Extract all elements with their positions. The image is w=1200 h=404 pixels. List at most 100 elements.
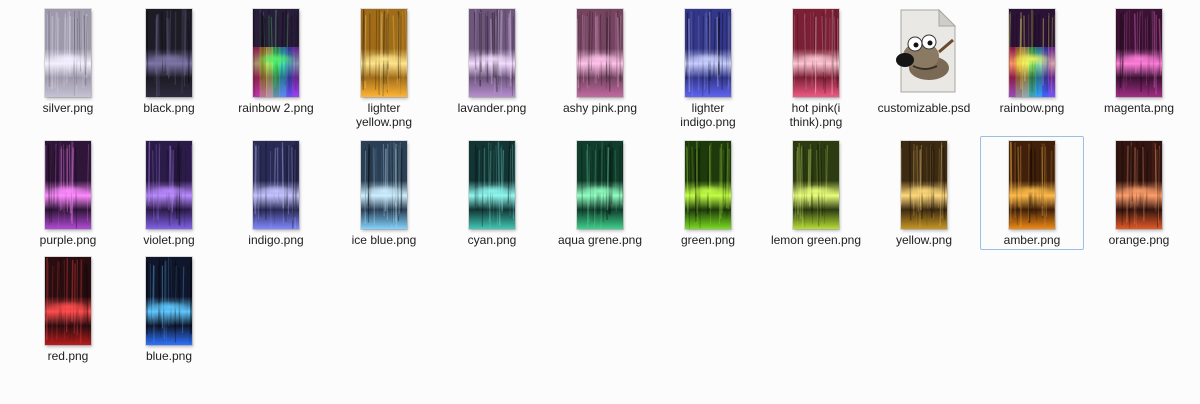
hair-highlight — [1119, 53, 1159, 65]
gimp-pupil-right — [927, 40, 933, 46]
hair-highlight — [48, 185, 88, 197]
hair-strand — [801, 145, 804, 227]
rainbow-band — [292, 47, 299, 97]
hair-highlight — [149, 53, 189, 65]
hair-strand — [86, 264, 89, 322]
hair-strand — [45, 145, 47, 207]
file-item[interactable]: orange.png — [1087, 136, 1191, 250]
file-item[interactable]: rainbow 2.png — [224, 4, 328, 122]
hair-strand — [688, 18, 691, 92]
file-name-label: yellow.png — [895, 233, 953, 247]
image-thumbnail — [469, 9, 515, 97]
hair-strand — [1126, 145, 1129, 223]
file-item[interactable]: magenta.png — [1087, 4, 1191, 122]
hair-strand — [618, 145, 621, 208]
file-item[interactable]: blue.png — [117, 252, 221, 370]
hair-strand — [810, 148, 813, 212]
file-name-label: violet.png — [143, 233, 195, 247]
image-thumbnail — [793, 9, 839, 97]
file-item[interactable]: black.png — [117, 4, 221, 122]
hair-strand — [930, 145, 933, 219]
hair-strand — [595, 16, 597, 84]
image-thumbnail — [146, 9, 192, 97]
file-item[interactable]: green.png — [656, 136, 760, 250]
file-item[interactable]: amber.png — [980, 136, 1084, 250]
file-item[interactable]: aqua grene.png — [548, 136, 652, 250]
image-thumbnail — [1009, 9, 1055, 97]
file-name-label: red.png — [47, 349, 89, 363]
file-name-label: customizable.psd — [877, 101, 971, 115]
hair-strand — [809, 148, 812, 206]
hair-strand — [828, 18, 831, 75]
image-thumbnail — [685, 9, 731, 97]
file-name-label: rainbow.png — [999, 101, 1065, 115]
hair-strand — [68, 11, 71, 77]
image-thumbnail — [1116, 9, 1162, 97]
hair-strand — [496, 9, 499, 92]
file-name-label: blue.png — [145, 349, 193, 363]
image-thumbnail — [1009, 141, 1055, 229]
hair-strand — [369, 146, 372, 215]
hair-strand — [364, 147, 366, 213]
file-item[interactable]: hot pink(i think).png — [764, 4, 868, 129]
document-fold — [938, 8, 957, 27]
file-item[interactable]: ice blue.png — [332, 136, 436, 250]
hair-strand — [60, 148, 63, 211]
file-item[interactable]: rainbow.png — [980, 4, 1084, 122]
gimp-file-icon — [879, 6, 969, 96]
hair-highlight — [364, 53, 404, 65]
file-name-label: cyan.png — [467, 233, 517, 247]
rainbow-band — [1048, 47, 1055, 97]
hair-highlight — [580, 53, 620, 65]
hair-strand — [175, 145, 179, 219]
hair-highlight — [48, 301, 88, 313]
file-item[interactable]: lighter yellow.png — [332, 4, 436, 129]
file-item[interactable]: yellow.png — [872, 136, 976, 250]
file-item[interactable]: cyan.png — [440, 136, 544, 250]
hair-strand — [285, 146, 288, 222]
file-item[interactable]: lighter indigo.png — [656, 4, 760, 129]
file-item[interactable]: lavander.png — [440, 4, 544, 122]
hair-strand — [606, 147, 610, 211]
image-thumbnail — [45, 9, 91, 97]
image-thumbnail — [146, 141, 192, 229]
hair-strand — [1009, 145, 1011, 227]
file-item[interactable]: ashy pink.png — [548, 4, 652, 122]
file-name-label: hot pink(i think).png — [789, 101, 843, 129]
file-item[interactable]: indigo.png — [224, 136, 328, 250]
file-name-label: lighter yellow.png — [355, 101, 413, 129]
file-item[interactable]: lemon green.png — [764, 136, 868, 250]
image-thumbnail — [685, 141, 731, 229]
hair-strand — [155, 14, 158, 75]
hair-highlight — [1012, 53, 1052, 65]
hair-highlight — [1119, 185, 1159, 197]
file-item[interactable]: violet.png — [117, 136, 221, 250]
hair-highlight — [904, 185, 944, 197]
hair-strand — [163, 261, 167, 340]
hair-strand — [716, 16, 719, 87]
hair-strand — [73, 263, 76, 334]
hair-strand — [397, 144, 400, 217]
file-item[interactable]: silver.png — [16, 4, 120, 122]
image-thumbnail — [469, 141, 515, 229]
file-item[interactable]: customizable.psd — [872, 4, 976, 122]
hair-strand — [177, 142, 181, 226]
hair-strand — [183, 9, 185, 87]
rainbow-band — [1009, 47, 1017, 97]
file-item[interactable]: purple.png — [16, 136, 120, 250]
image-thumbnail — [253, 141, 299, 229]
hair-strand — [1142, 146, 1145, 222]
file-name-label: magenta.png — [1103, 101, 1175, 115]
file-name-label: orange.png — [1108, 233, 1170, 247]
file-name-label: rainbow 2.png — [238, 101, 314, 115]
file-name-label: ice blue.png — [351, 233, 417, 247]
image-thumbnail — [901, 141, 947, 229]
file-name-label: indigo.png — [248, 233, 304, 247]
file-name-label: amber.png — [1003, 233, 1061, 247]
hair-strand — [164, 18, 167, 74]
hair-highlight — [256, 53, 296, 65]
file-grid: silver.png black.png rainbow 2.png lighter … — [0, 0, 1200, 404]
image-thumbnail — [45, 257, 91, 345]
file-name-label: lighter indigo.png — [680, 101, 736, 129]
file-item[interactable]: red.png — [16, 252, 120, 370]
